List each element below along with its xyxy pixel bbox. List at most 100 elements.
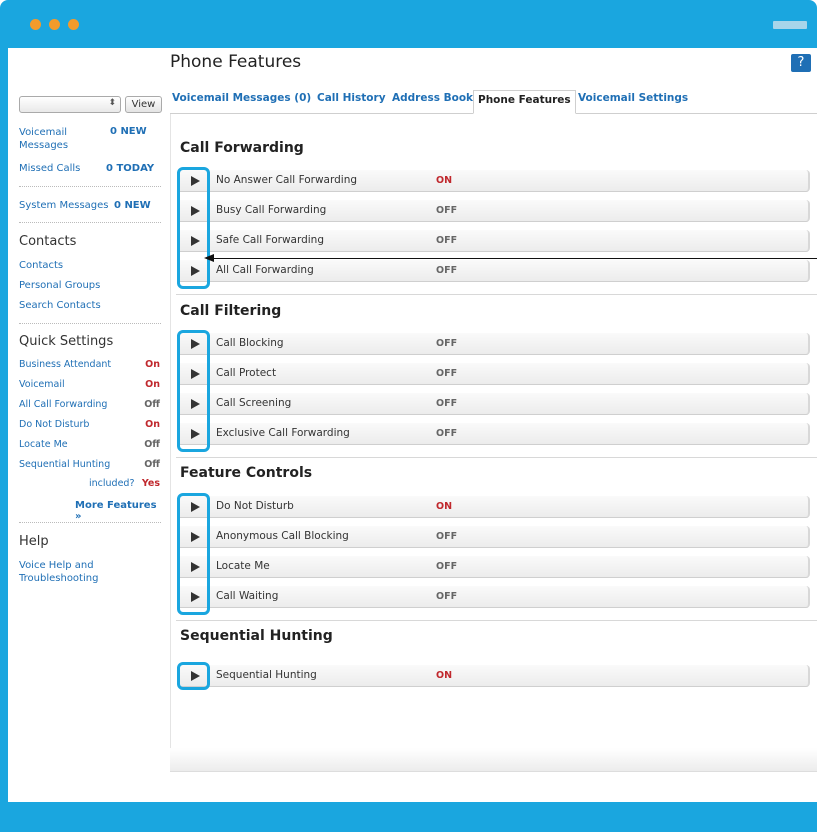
view-select[interactable]: ⬍: [19, 96, 121, 113]
tab-phone-features[interactable]: Phone Features: [473, 90, 576, 114]
quick-setting-value: Off: [144, 439, 160, 450]
annotation-arrow-line: [208, 258, 817, 259]
window-dot-icon[interactable]: [68, 19, 79, 30]
voice-help-link[interactable]: Voice Help and Troubleshooting: [19, 559, 119, 585]
page-content: ⬍ View Voicemail Messages 0 NEW Missed C…: [8, 48, 817, 802]
sidebar-item-missed-calls[interactable]: Missed Calls: [19, 163, 80, 174]
feature-name: Call Screening: [216, 397, 292, 409]
highlight-box: [177, 167, 210, 289]
section-title-call-forwarding: Call Forwarding: [180, 140, 304, 156]
feature-row[interactable]: Call Waiting OFF: [180, 586, 810, 608]
system-messages-count: 0 NEW: [114, 200, 151, 211]
feature-status: ON: [436, 670, 453, 681]
quick-setting-value: On: [145, 379, 160, 390]
feature-status: OFF: [436, 338, 458, 349]
tab-voicemail-settings[interactable]: Voicemail Settings: [578, 92, 688, 104]
sidebar-item-system-messages[interactable]: System Messages: [19, 200, 109, 211]
feature-name: Exclusive Call Forwarding: [216, 427, 350, 439]
feature-name: Call Blocking: [216, 337, 284, 349]
section-title-feature-controls: Feature Controls: [180, 465, 313, 481]
quick-setting-value: Off: [144, 459, 160, 470]
tab-call-history[interactable]: Call History: [317, 92, 386, 104]
feature-row[interactable]: Do Not Disturb ON: [180, 496, 810, 518]
quick-setting-value: Off: [144, 399, 160, 410]
window-dot-icon[interactable]: [30, 19, 41, 30]
arrow-left-icon: [204, 254, 214, 262]
feature-row[interactable]: All Call Forwarding OFF: [180, 260, 810, 282]
included-value: Yes: [141, 478, 160, 489]
highlight-box: [177, 493, 210, 615]
section-divider: [176, 294, 817, 295]
missed-calls-count: 0 TODAY: [106, 163, 155, 174]
sidebar-item-personal-groups[interactable]: Personal Groups: [19, 280, 100, 291]
feature-name: Do Not Disturb: [216, 500, 294, 512]
feature-status: OFF: [436, 428, 458, 439]
quick-setting-voicemail[interactable]: Voicemail: [19, 379, 65, 390]
quick-setting-sequential-hunting[interactable]: Sequential Hunting: [19, 459, 110, 470]
feature-row[interactable]: Call Protect OFF: [180, 363, 810, 385]
feature-row[interactable]: Exclusive Call Forwarding OFF: [180, 423, 810, 445]
feature-name: No Answer Call Forwarding: [216, 174, 358, 186]
panel-footer: [170, 748, 817, 772]
included-label: included?: [89, 478, 135, 489]
quick-setting-value: On: [145, 419, 160, 430]
sidebar-divider: [19, 323, 161, 324]
feature-status: OFF: [436, 591, 458, 602]
section-divider: [176, 620, 817, 621]
app-window: ⬍ View Voicemail Messages 0 NEW Missed C…: [0, 0, 817, 832]
feature-name: Safe Call Forwarding: [216, 234, 324, 246]
tab-bar: Voicemail Messages (0) Call History Addr…: [170, 90, 817, 114]
sidebar-divider: [19, 522, 161, 523]
help-icon[interactable]: ?: [791, 54, 811, 72]
feature-status: OFF: [436, 205, 458, 216]
section-title-sequential-hunting: Sequential Hunting: [180, 628, 333, 644]
view-button[interactable]: View: [125, 96, 162, 113]
feature-name: Call Waiting: [216, 590, 279, 602]
tab-address-book[interactable]: Address Book: [392, 92, 473, 104]
feature-row[interactable]: Safe Call Forwarding OFF: [180, 230, 810, 252]
highlight-box: [177, 662, 210, 690]
tab-voicemail-messages[interactable]: Voicemail Messages (0): [172, 92, 311, 104]
voicemail-count: 0 NEW: [110, 126, 147, 137]
feature-status: ON: [436, 175, 453, 186]
window-control-icon[interactable]: [773, 21, 807, 29]
feature-name: All Call Forwarding: [216, 264, 314, 276]
sidebar-item-contacts[interactable]: Contacts: [19, 260, 63, 271]
more-features-link[interactable]: More Features »: [75, 500, 163, 522]
highlight-box: [177, 330, 210, 452]
feature-name: Call Protect: [216, 367, 277, 379]
feature-status: OFF: [436, 368, 458, 379]
title-bar: [0, 0, 817, 48]
quick-setting-all-call-forwarding[interactable]: All Call Forwarding: [19, 399, 107, 410]
feature-status: OFF: [436, 235, 458, 246]
sidebar-item-voicemail-messages[interactable]: Voicemail Messages: [19, 126, 89, 152]
sidebar-divider: [19, 186, 161, 187]
feature-row[interactable]: Busy Call Forwarding OFF: [180, 200, 810, 222]
feature-name: Busy Call Forwarding: [216, 204, 327, 216]
feature-name: Locate Me: [216, 560, 270, 572]
feature-row[interactable]: Call Blocking OFF: [180, 333, 810, 355]
quick-setting-business-attendant[interactable]: Business Attendant: [19, 359, 111, 370]
sidebar-item-search-contacts[interactable]: Search Contacts: [19, 300, 101, 311]
feature-name: Sequential Hunting: [216, 669, 317, 681]
section-divider: [176, 457, 817, 458]
window-dot-icon[interactable]: [49, 19, 60, 30]
feature-status: ON: [436, 501, 453, 512]
contacts-heading: Contacts: [19, 234, 77, 249]
feature-status: OFF: [436, 531, 458, 542]
sidebar: ⬍ View Voicemail Messages 0 NEW Missed C…: [8, 48, 163, 802]
select-arrow-icon: ⬍: [108, 98, 116, 108]
feature-status: OFF: [436, 398, 458, 409]
help-heading: Help: [19, 534, 49, 549]
feature-row[interactable]: No Answer Call Forwarding ON: [180, 170, 810, 192]
feature-row[interactable]: Anonymous Call Blocking OFF: [180, 526, 810, 548]
feature-row[interactable]: Call Screening OFF: [180, 393, 810, 415]
feature-status: OFF: [436, 561, 458, 572]
feature-row[interactable]: Locate Me OFF: [180, 556, 810, 578]
sidebar-divider: [19, 222, 161, 223]
section-title-call-filtering: Call Filtering: [180, 303, 282, 319]
feature-row[interactable]: Sequential Hunting ON: [180, 665, 810, 687]
quick-setting-value: On: [145, 359, 160, 370]
quick-setting-locate-me[interactable]: Locate Me: [19, 439, 68, 450]
quick-setting-do-not-disturb[interactable]: Do Not Disturb: [19, 419, 89, 430]
